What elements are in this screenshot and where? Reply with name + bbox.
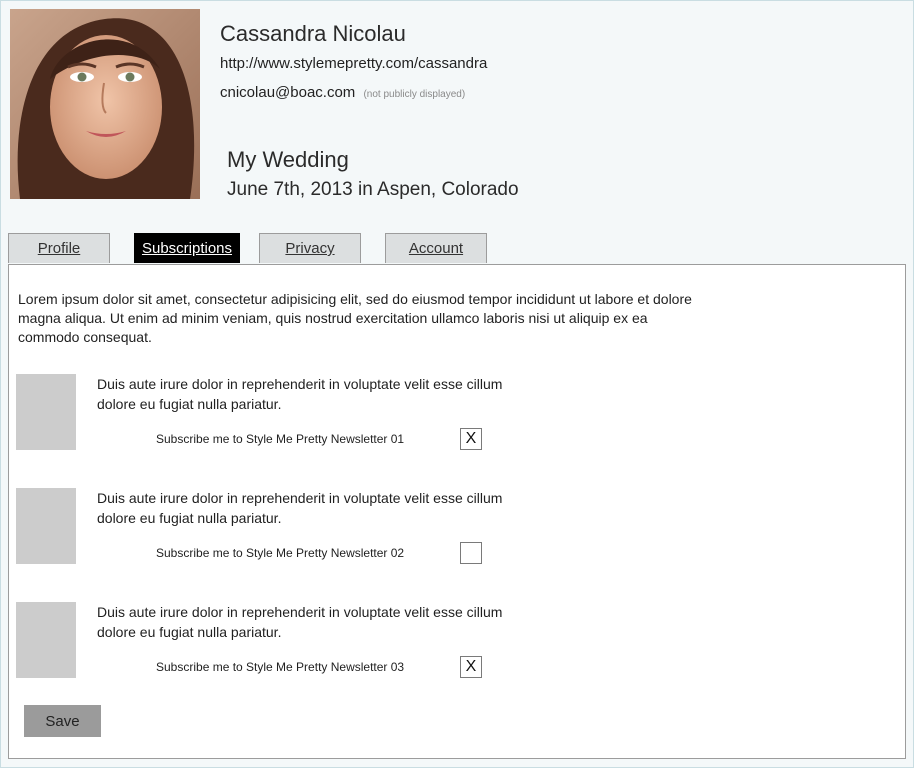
subscription-item: Duis aute irure dolor in reprehenderit i… — [9, 488, 905, 566]
subscription-description: Duis aute irure dolor in reprehenderit i… — [97, 490, 503, 526]
newsletter-thumbnail — [16, 488, 76, 564]
subscribe-checkbox-01[interactable]: X — [460, 428, 482, 450]
subscriptions-intro: Lorem ipsum dolor sit amet, consectetur … — [18, 291, 692, 345]
subscription-label: Subscribe me to Style Me Pretty Newslett… — [156, 432, 405, 446]
subscriptions-panel: Lorem ipsum dolor sit amet, consectetur … — [8, 264, 906, 759]
profile-email-row: cnicolau@boac.com (not publicly displaye… — [220, 84, 465, 101]
wedding-title: My Wedding — [227, 147, 349, 172]
profile-photo-image — [10, 9, 200, 199]
subscribe-checkbox-02[interactable] — [460, 542, 482, 564]
profile-email: cnicolau@boac.com — [220, 84, 356, 101]
subscription-description: Duis aute irure dolor in reprehenderit i… — [97, 604, 503, 640]
newsletter-thumbnail — [16, 374, 76, 450]
profile-name: Cassandra Nicolau — [220, 21, 406, 46]
subscription-item: Duis aute irure dolor in reprehenderit i… — [9, 602, 905, 680]
tab-subscriptions[interactable]: Subscriptions — [134, 233, 240, 263]
subscription-description: Duis aute irure dolor in reprehenderit i… — [97, 376, 503, 412]
newsletter-thumbnail — [16, 602, 76, 678]
tab-profile[interactable]: Profile — [8, 233, 110, 263]
email-privacy-note: (not publicly displayed) — [363, 89, 466, 100]
tab-account[interactable]: Account — [385, 233, 487, 263]
save-button[interactable]: Save — [24, 705, 101, 737]
subscription-label: Subscribe me to Style Me Pretty Newslett… — [156, 546, 405, 560]
subscription-label: Subscribe me to Style Me Pretty Newslett… — [156, 660, 405, 674]
tab-privacy[interactable]: Privacy — [259, 233, 361, 263]
subscribe-checkbox-03[interactable]: X — [460, 656, 482, 678]
profile-page: Cassandra Nicolau http://www.stylemepret… — [0, 0, 914, 768]
subscription-item: Duis aute irure dolor in reprehenderit i… — [9, 374, 905, 452]
wedding-date-location: June 7th, 2013 in Aspen, Colorado — [227, 179, 519, 200]
profile-photo — [10, 9, 200, 199]
profile-url[interactable]: http://www.stylemepretty.com/cassandra — [220, 55, 487, 72]
